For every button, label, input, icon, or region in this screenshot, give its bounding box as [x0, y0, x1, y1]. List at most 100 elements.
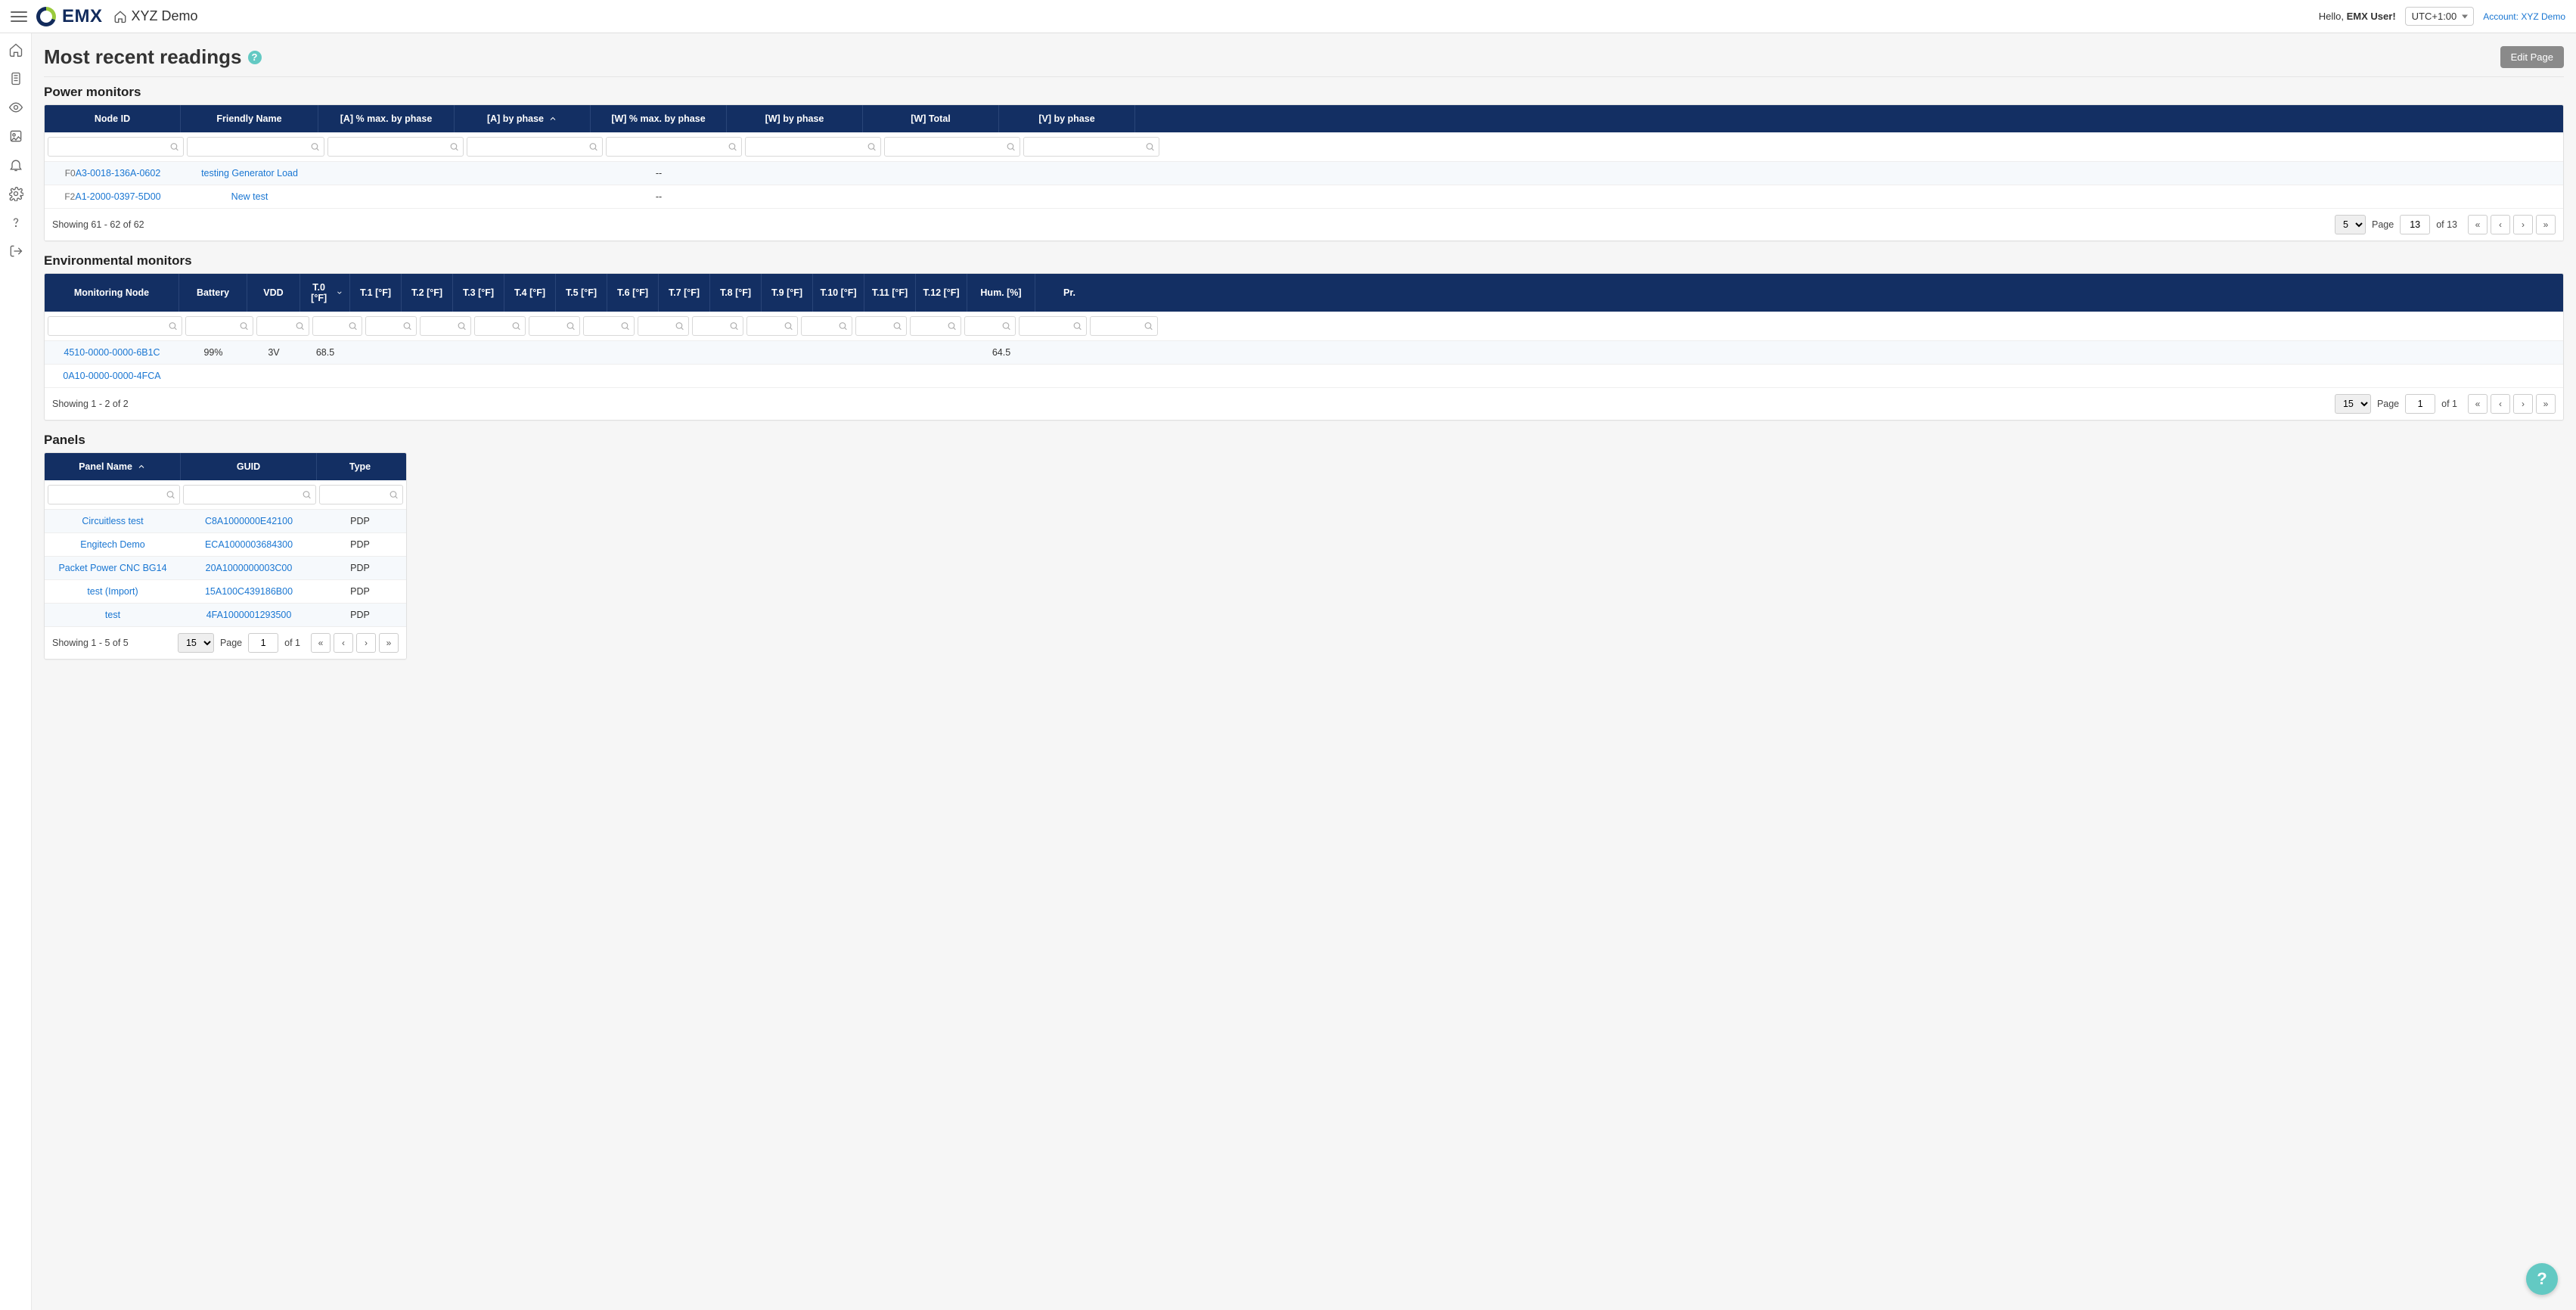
- env-col-2[interactable]: VDD: [247, 274, 300, 312]
- col-friendly-name[interactable]: Friendly Name: [181, 105, 318, 132]
- col-type[interactable]: Type: [317, 453, 403, 480]
- timezone-select[interactable]: UTC+1:00: [2405, 7, 2475, 26]
- col-w-total[interactable]: [W] Total: [863, 105, 999, 132]
- node-link[interactable]: A3-0018-136A-0602: [76, 168, 161, 178]
- env-col-17[interactable]: Pr.: [1035, 274, 1103, 312]
- brand-logo[interactable]: EMX: [36, 6, 103, 27]
- panels-prev-page[interactable]: ‹: [334, 633, 353, 653]
- filter-a-phase[interactable]: [467, 137, 603, 157]
- env-col-8[interactable]: T.5 [°F]: [556, 274, 607, 312]
- filter-w-pct[interactable]: [606, 137, 742, 157]
- env-col-11[interactable]: T.8 [°F]: [710, 274, 762, 312]
- menu-toggle[interactable]: [11, 8, 27, 25]
- col-w-pct-phase[interactable]: [W] % max. by phase: [591, 105, 727, 132]
- env-col-12[interactable]: T.9 [°F]: [762, 274, 813, 312]
- filter-v-phase[interactable]: [1023, 137, 1159, 157]
- env-col-0[interactable]: Monitoring Node: [45, 274, 179, 312]
- env-filter-8[interactable]: [583, 316, 635, 336]
- filter-panel-name[interactable]: [48, 485, 180, 504]
- nav-monitoring-icon[interactable]: [8, 100, 23, 115]
- power-first-page[interactable]: «: [2468, 215, 2488, 234]
- col-panel-name[interactable]: Panel Name: [45, 453, 181, 480]
- env-col-14[interactable]: T.11 [°F]: [864, 274, 916, 312]
- nav-reports-icon[interactable]: [8, 129, 23, 144]
- env-filter-7[interactable]: [529, 316, 580, 336]
- col-a-phase[interactable]: [A] by phase: [455, 105, 591, 132]
- panels-first-page[interactable]: «: [311, 633, 331, 653]
- env-col-15[interactable]: T.12 [°F]: [916, 274, 967, 312]
- col-v-phase[interactable]: [V] by phase: [999, 105, 1135, 132]
- friendly-name-link[interactable]: New test: [231, 191, 268, 202]
- env-col-10[interactable]: T.7 [°F]: [659, 274, 710, 312]
- node-link[interactable]: A1-2000-0397-5D00: [75, 191, 160, 202]
- power-page-size[interactable]: 5: [2335, 215, 2366, 234]
- env-next-page[interactable]: ›: [2513, 394, 2533, 414]
- env-filter-4[interactable]: [365, 316, 417, 336]
- filter-type[interactable]: [319, 485, 403, 504]
- nav-alerts-icon[interactable]: [8, 157, 23, 172]
- panels-next-page[interactable]: ›: [356, 633, 376, 653]
- filter-a-pct[interactable]: [327, 137, 464, 157]
- filter-friendly-name[interactable]: [187, 137, 324, 157]
- panel-guid-link[interactable]: ECA1000003684300: [205, 539, 293, 550]
- help-fab[interactable]: ?: [2526, 1263, 2558, 1295]
- panel-guid-link[interactable]: C8A1000000E42100: [205, 516, 293, 526]
- power-page-input[interactable]: [2400, 215, 2430, 234]
- page-help-icon[interactable]: ?: [248, 51, 262, 64]
- filter-node-id[interactable]: [48, 137, 184, 157]
- panels-page-input[interactable]: [248, 633, 278, 653]
- node-link[interactable]: 0A10-0000-0000-4FCA: [63, 371, 160, 381]
- env-last-page[interactable]: »: [2536, 394, 2556, 414]
- panel-name-link[interactable]: test (Import): [87, 586, 138, 597]
- panels-page-size[interactable]: 15: [178, 633, 214, 653]
- env-filter-17[interactable]: [1090, 316, 1158, 336]
- friendly-name-link[interactable]: testing Generator Load: [201, 168, 298, 178]
- env-col-3[interactable]: T.0 [°F]: [300, 274, 350, 312]
- nav-logout-icon[interactable]: [8, 244, 23, 259]
- env-filter-3[interactable]: [312, 316, 362, 336]
- env-filter-5[interactable]: [420, 316, 471, 336]
- env-page-size[interactable]: 15: [2335, 394, 2371, 414]
- env-col-9[interactable]: T.6 [°F]: [607, 274, 659, 312]
- env-prev-page[interactable]: ‹: [2491, 394, 2510, 414]
- nav-devices-icon[interactable]: [8, 71, 23, 86]
- env-col-5[interactable]: T.2 [°F]: [402, 274, 453, 312]
- col-node-id[interactable]: Node ID: [45, 105, 181, 132]
- edit-page-button[interactable]: Edit Page: [2500, 46, 2564, 68]
- env-col-4[interactable]: T.1 [°F]: [350, 274, 402, 312]
- nav-settings-icon[interactable]: [8, 186, 23, 201]
- env-first-page[interactable]: «: [2468, 394, 2488, 414]
- account-link[interactable]: Account: XYZ Demo: [2483, 11, 2565, 22]
- env-filter-13[interactable]: [855, 316, 907, 336]
- nav-help-icon[interactable]: [8, 215, 23, 230]
- power-prev-page[interactable]: ‹: [2491, 215, 2510, 234]
- env-filter-15[interactable]: [964, 316, 1016, 336]
- env-filter-14[interactable]: [910, 316, 961, 336]
- env-filter-10[interactable]: [692, 316, 743, 336]
- col-a-pct-phase[interactable]: [A] % max. by phase: [318, 105, 455, 132]
- node-link[interactable]: 4510-0000-0000-6B1C: [64, 347, 160, 358]
- env-col-6[interactable]: T.3 [°F]: [453, 274, 504, 312]
- breadcrumb-home[interactable]: XYZ Demo: [113, 8, 198, 24]
- env-filter-0[interactable]: [48, 316, 182, 336]
- env-filter-1[interactable]: [185, 316, 253, 336]
- panel-name-link[interactable]: test: [105, 610, 120, 620]
- power-last-page[interactable]: »: [2536, 215, 2556, 234]
- env-page-input[interactable]: [2405, 394, 2435, 414]
- nav-home-icon[interactable]: [8, 42, 23, 57]
- filter-w-phase[interactable]: [745, 137, 881, 157]
- env-col-16[interactable]: Hum. [%]: [967, 274, 1035, 312]
- filter-guid[interactable]: [183, 485, 315, 504]
- env-filter-16[interactable]: [1019, 316, 1087, 336]
- panels-last-page[interactable]: »: [379, 633, 399, 653]
- panel-name-link[interactable]: Engitech Demo: [80, 539, 144, 550]
- panel-name-link[interactable]: Packet Power CNC BG14: [58, 563, 166, 573]
- env-col-7[interactable]: T.4 [°F]: [504, 274, 556, 312]
- env-filter-11[interactable]: [746, 316, 798, 336]
- env-col-13[interactable]: T.10 [°F]: [813, 274, 864, 312]
- env-filter-12[interactable]: [801, 316, 852, 336]
- panel-guid-link[interactable]: 20A1000000003C00: [206, 563, 293, 573]
- env-col-1[interactable]: Battery: [179, 274, 247, 312]
- panel-guid-link[interactable]: 15A100C439186B00: [205, 586, 293, 597]
- filter-w-total[interactable]: [884, 137, 1020, 157]
